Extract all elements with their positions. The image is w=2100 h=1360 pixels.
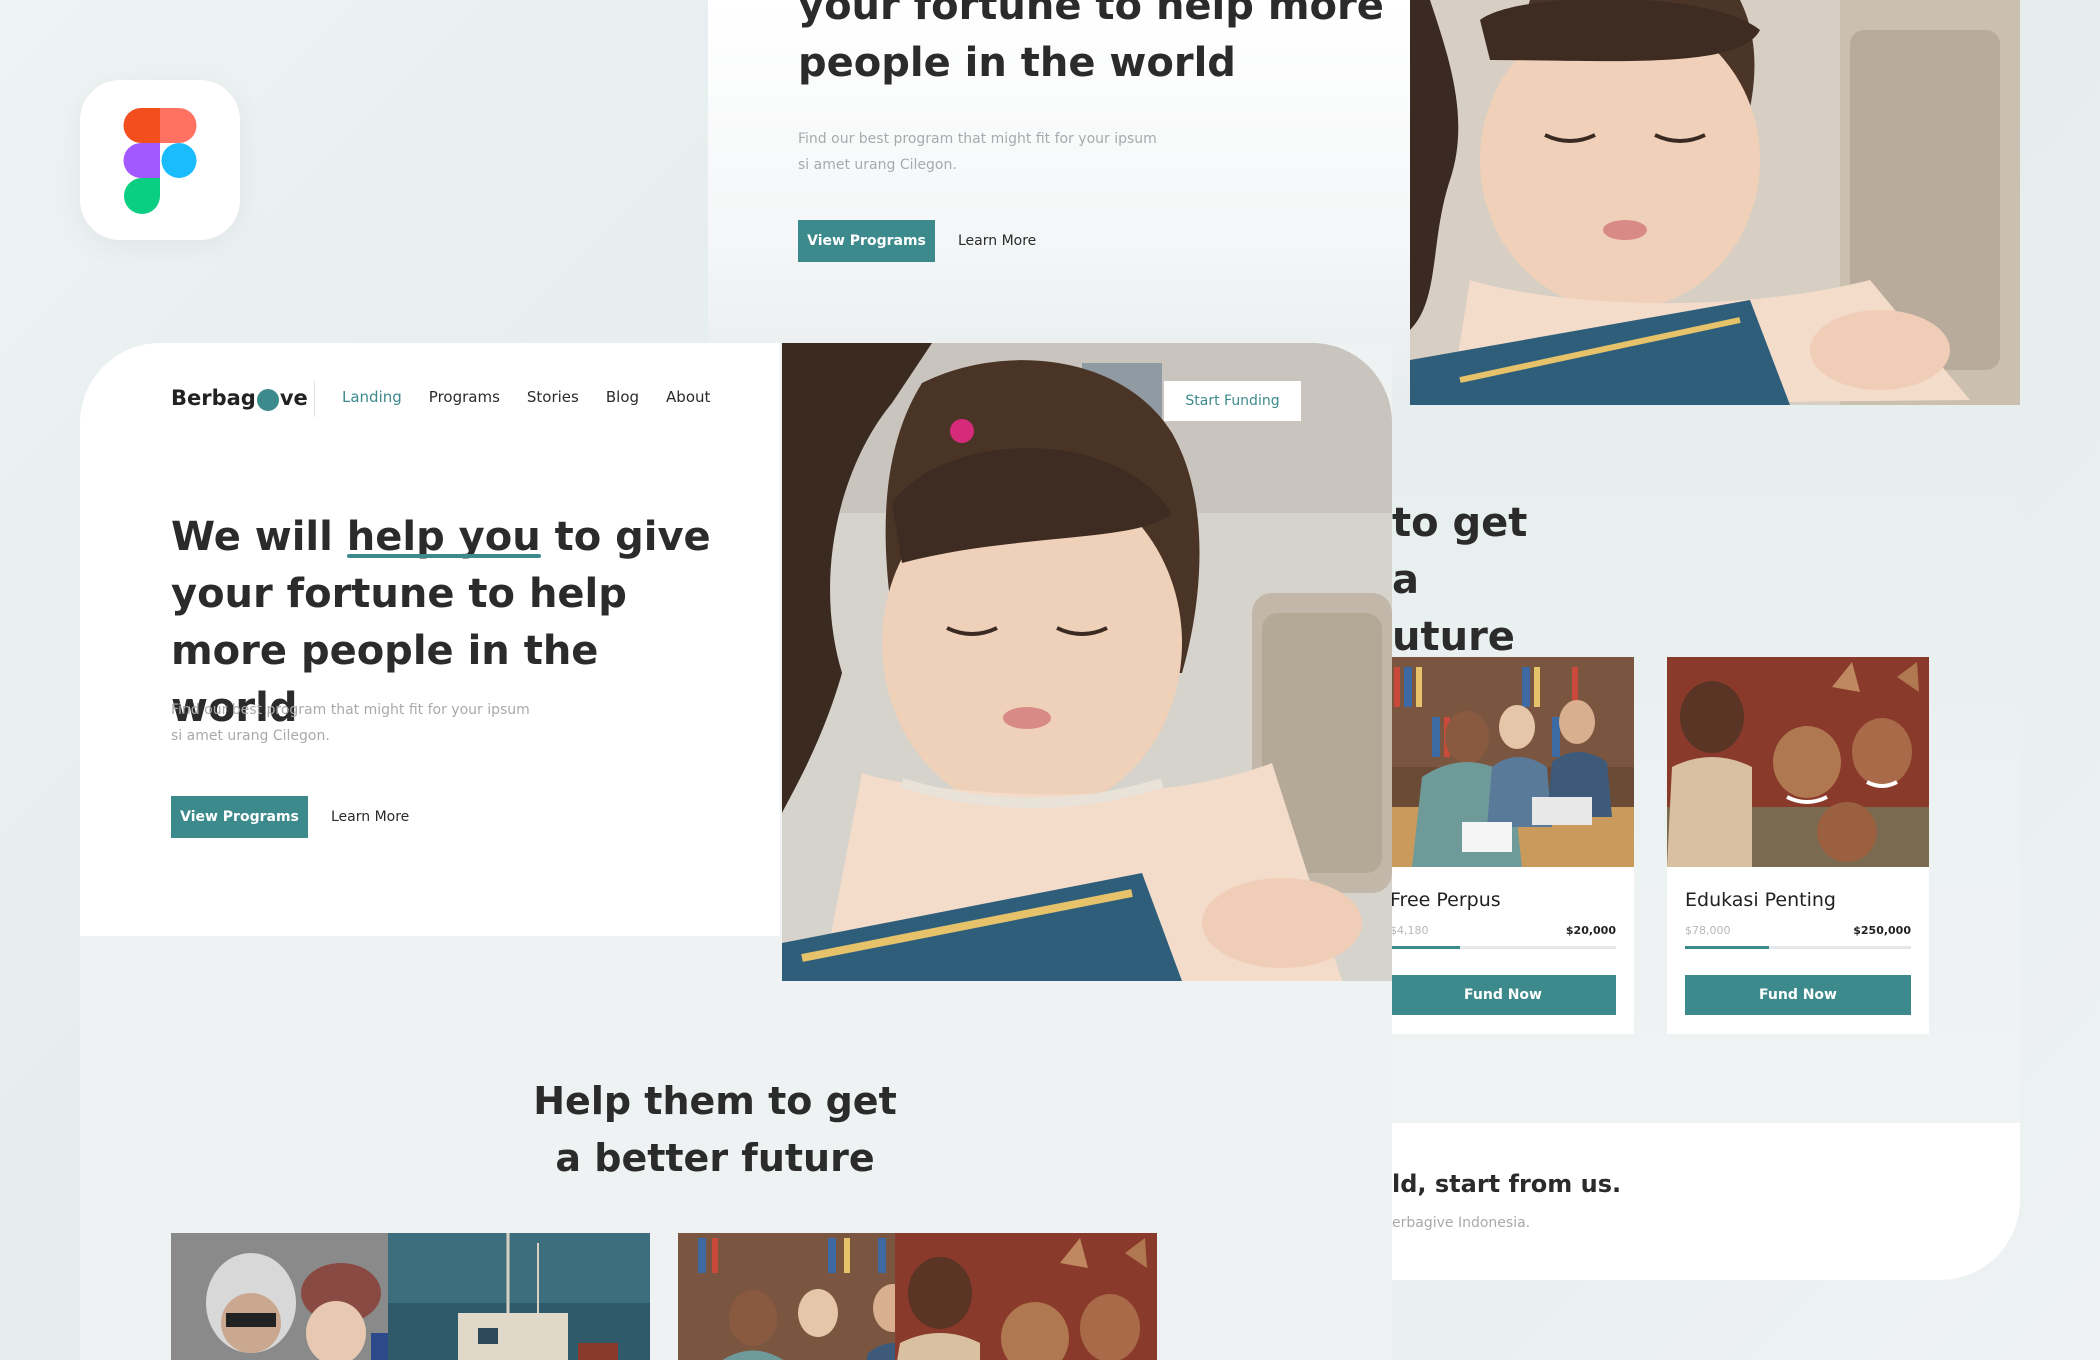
- program-card-raised: $4,180: [1392, 924, 1429, 937]
- figma-logo-icon: [123, 108, 197, 214]
- hero-title-pre: We will: [171, 514, 347, 560]
- program-thumb-boat: [388, 1233, 650, 1360]
- front-landing-screen: Berbag ve Landing Programs Stories Blog A…: [80, 343, 1392, 1360]
- program-card-title: Free Perpus: [1392, 889, 1501, 911]
- program-card-progress-track: [1685, 946, 1911, 949]
- back-top-view-programs-button[interactable]: View Programs: [798, 220, 935, 262]
- program-card-photo-library: [1392, 657, 1634, 867]
- back-top-learn-more-link[interactable]: Learn More: [958, 220, 1036, 262]
- program-card-progress-track: [1392, 946, 1616, 949]
- fund-now-button[interactable]: Fund Now: [1685, 975, 1911, 1015]
- back-top-hero-photo: [1410, 0, 2020, 405]
- program-card-raised: $78,000: [1685, 924, 1731, 937]
- nav-item-about[interactable]: About: [666, 388, 710, 406]
- brand-logo-prefix: Berbag: [171, 386, 256, 410]
- brand-logo-dot-icon: [256, 389, 279, 411]
- nav-item-programs[interactable]: Programs: [429, 388, 500, 406]
- nav-divider: [314, 381, 315, 417]
- nav-item-stories[interactable]: Stories: [527, 388, 579, 406]
- brand-logo-suffix: ve: [279, 386, 308, 410]
- program-card: Edukasi Penting $78,000 $250,000 Fund No…: [1667, 657, 1929, 1034]
- start-funding-button[interactable]: Start Funding: [1164, 381, 1301, 421]
- program-thumb-children: [895, 1233, 1157, 1360]
- fund-now-button[interactable]: Fund Now: [1392, 975, 1616, 1015]
- learn-more-link[interactable]: Learn More: [331, 796, 409, 838]
- figma-tile: [80, 80, 240, 240]
- back-top-title: your fortune to help more people in the …: [798, 0, 1384, 86]
- main-nav: Landing Programs Stories Blog About: [342, 388, 710, 406]
- back-right-cta-title: ld, start from us.: [1392, 1170, 1622, 1198]
- program-card-goal: $20,000: [1565, 924, 1616, 937]
- nav-item-blog[interactable]: Blog: [606, 388, 639, 406]
- programs-section-title: Help them to get a better future: [533, 1079, 897, 1180]
- hero-photo: [782, 343, 1392, 981]
- brand-logo[interactable]: Berbag ve: [171, 386, 308, 411]
- back-right-cta-band: [1392, 1123, 2020, 1280]
- program-card-progress-fill: [1392, 946, 1461, 949]
- view-programs-button[interactable]: View Programs: [171, 796, 308, 838]
- program-card-progress-fill: [1685, 946, 1769, 949]
- program-card: Free Perpus $4,180 $20,000 Fund Now: [1392, 657, 1634, 1034]
- program-card-goal: $250,000: [1853, 924, 1911, 937]
- nav-item-landing[interactable]: Landing: [342, 388, 402, 406]
- hero-title-highlight: help you: [346, 514, 541, 560]
- back-right-heading: to get a uture: [1392, 495, 1592, 666]
- back-top-subtitle: Find our best program that might fit for…: [798, 131, 1157, 173]
- hero-subtitle: Find our best program that might fit for…: [171, 702, 530, 744]
- back-right-screen: to get a uture Free Perpus $4,180 $20,00…: [1392, 405, 2020, 1280]
- program-card-title: Edukasi Penting: [1685, 889, 1836, 911]
- back-right-heading-text: to get a uture: [1392, 500, 1528, 660]
- program-card-photo-children: [1667, 657, 1929, 867]
- back-right-cta-subtitle: erbagive Indonesia.: [1392, 1215, 1531, 1231]
